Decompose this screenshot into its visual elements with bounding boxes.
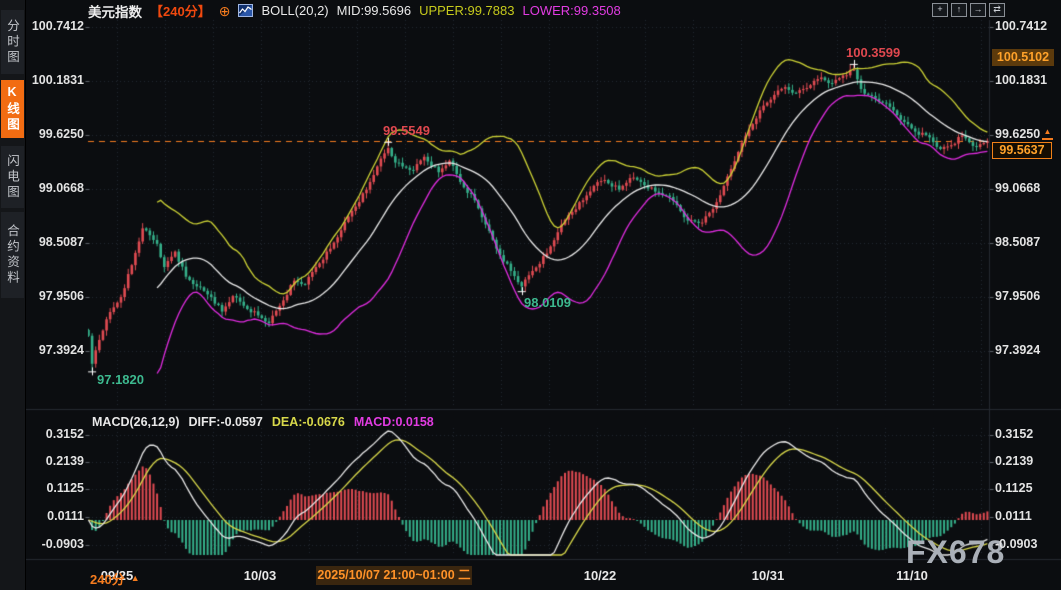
- date-axis-label: 10/31: [752, 568, 785, 583]
- zoom-vertical-icon[interactable]: ↑: [951, 3, 967, 17]
- chart-type-icon[interactable]: [238, 4, 253, 17]
- chart-header: 美元指数 【240分】 ⊕ BOLL(20,2) MID:99.5696 UPP…: [88, 2, 621, 19]
- macd-axis-label-right: -0.0903: [995, 537, 1037, 551]
- boll-lower-value: LOWER:99.3508: [522, 3, 620, 18]
- go-to-latest-icon[interactable]: ⇄: [989, 3, 1005, 17]
- macd-axis-label-left: 0.1125: [24, 481, 84, 495]
- price-axis-label-left: 99.0668: [24, 181, 84, 195]
- macd-axis-label-right: 0.2139: [995, 454, 1033, 468]
- crosshair-toggle-icon[interactable]: ⊕: [219, 4, 231, 18]
- footer-period-text: 240分: [90, 569, 125, 588]
- sidebar-tab-time-share-chart[interactable]: 分时图: [1, 10, 24, 74]
- footer-period-label[interactable]: 240分 ▲: [90, 569, 140, 588]
- sidebar-tab-kline-chart[interactable]: K线图: [1, 80, 24, 138]
- price-axis-label-left: 98.5087: [24, 235, 84, 249]
- date-axis-label: 10/03: [244, 568, 277, 583]
- sidebar-tab-lightning-chart[interactable]: 闪电图: [1, 146, 24, 208]
- macd-diff-value: DIFF:-0.0597: [189, 415, 263, 429]
- macd-axis-label-left: -0.0903: [24, 537, 84, 551]
- price-axis-label-left: 99.6250: [24, 127, 84, 141]
- price-axis-label-right: 97.9506: [995, 289, 1040, 303]
- macd-header: MACD(26,12,9) DIFF:-0.0597 DEA:-0.0676 M…: [92, 415, 434, 429]
- macd-axis-label-left: 0.2139: [24, 454, 84, 468]
- crosshair-date-readout: 2025/10/07 21:00~01:00 二: [316, 566, 472, 585]
- macd-hist-value: MACD:0.0158: [354, 415, 434, 429]
- band-high-badge: 100.5102: [992, 49, 1054, 66]
- watermark: FX678: [906, 534, 1005, 571]
- boll-mid-value: MID:99.5696: [337, 3, 411, 18]
- macd-axis-label-right: 0.0111: [995, 509, 1032, 523]
- date-axis-label: 10/22: [584, 568, 617, 583]
- period-dropdown-arrow-icon: ▲: [131, 574, 140, 583]
- macd-axis-label-left: 0.3152: [24, 427, 84, 441]
- price-axis-label-left: 97.3924: [24, 343, 84, 357]
- symbol-title: 美元指数: [88, 1, 142, 21]
- macd-dea-value: DEA:-0.0676: [272, 415, 345, 429]
- macd-formula-label: MACD(26,12,9): [92, 415, 180, 429]
- price-axis-label-right: 97.3924: [995, 343, 1040, 357]
- annotation-swing-high: 99.5549: [383, 123, 430, 138]
- price-axis-label-right: 100.7412: [995, 19, 1047, 33]
- sidebar: 分时图 K线图闪电图合约资料: [0, 0, 26, 590]
- pan-icon[interactable]: +: [932, 3, 948, 17]
- price-axis-label-right: 100.1831: [995, 73, 1047, 87]
- date-axis-label: 11/10: [896, 568, 928, 583]
- period-label[interactable]: 【240分】: [150, 1, 211, 20]
- price-up-arrow-icon[interactable]: ▲: [1042, 128, 1053, 140]
- price-axis-label-left: 100.1831: [24, 73, 84, 87]
- macd-axis-label-right: 0.1125: [995, 481, 1033, 495]
- annotation-swing-low: 98.0109: [524, 295, 571, 310]
- annotation-session-low: 97.1820: [97, 372, 144, 387]
- boll-formula-label: BOLL(20,2): [261, 3, 328, 18]
- last-price-badge: 99.5637: [992, 142, 1052, 159]
- price-axis-label-right: 98.5087: [995, 235, 1040, 249]
- chart-toolbar: +↑→⇄: [932, 3, 1005, 17]
- price-axis-label-right: 99.0668: [995, 181, 1040, 195]
- price-axis-label-left: 100.7412: [24, 19, 84, 33]
- macd-axis-label-left: 0.0111: [24, 509, 84, 523]
- boll-upper-value: UPPER:99.7883: [419, 3, 514, 18]
- sidebar-tab-contract-info[interactable]: 合约资料: [1, 212, 24, 298]
- zoom-horizontal-icon[interactable]: →: [970, 3, 986, 17]
- kline-app: { "header": { "symbol": "美元指数", "period"…: [0, 0, 1061, 590]
- annotation-session-high: 100.3599: [846, 45, 900, 60]
- price-axis-label-left: 97.9506: [24, 289, 84, 303]
- price-axis-label-right: 99.6250: [995, 127, 1040, 141]
- macd-axis-label-right: 0.3152: [995, 427, 1033, 441]
